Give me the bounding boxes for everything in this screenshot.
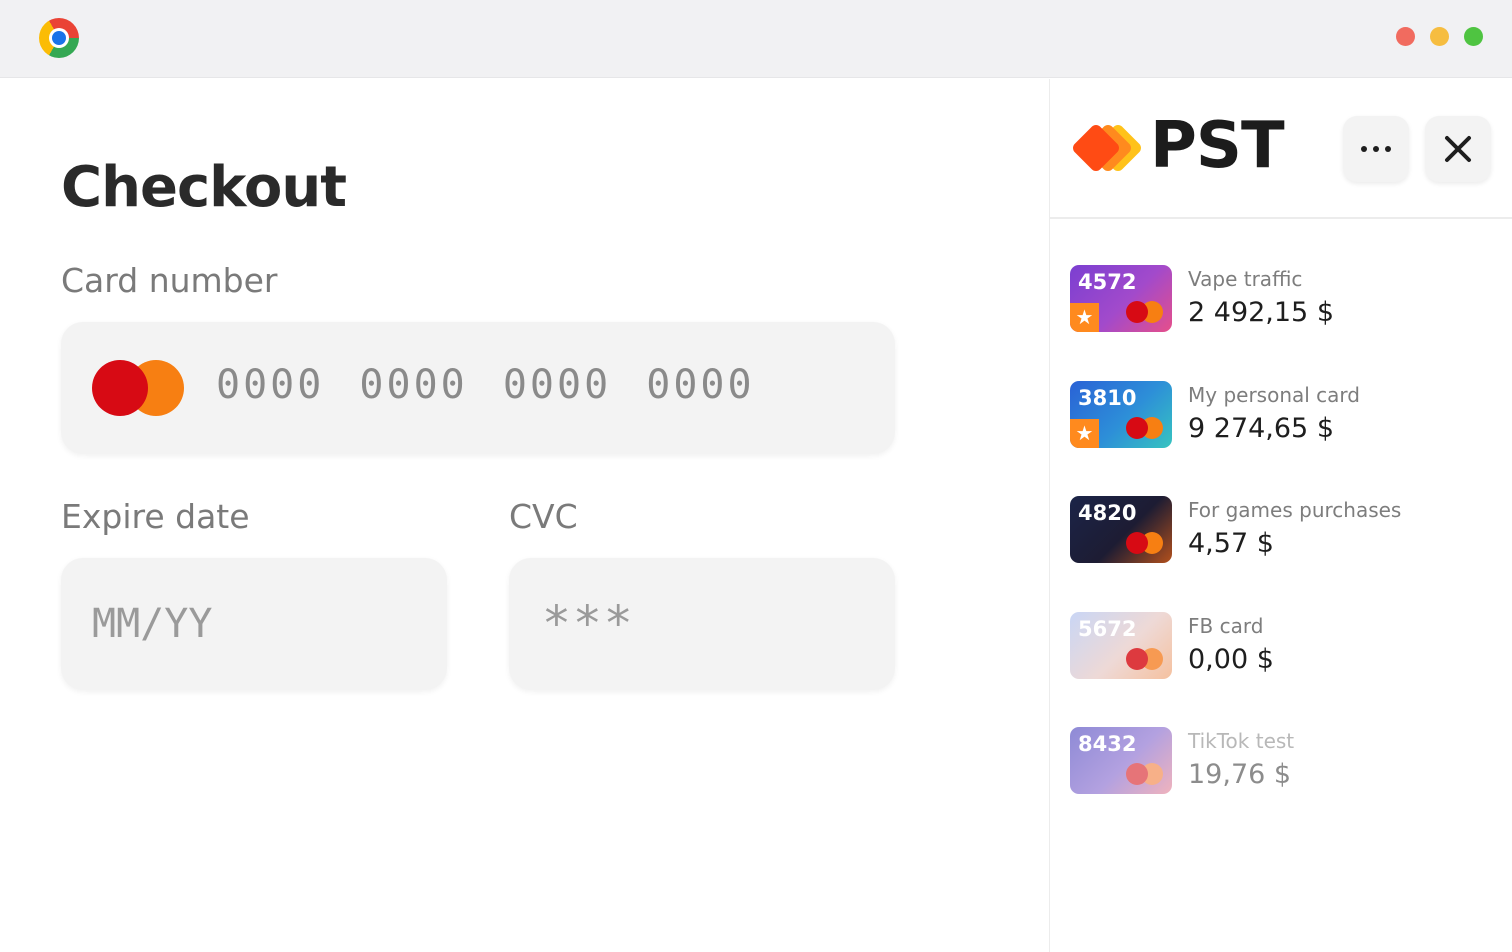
card-name: Vape traffic <box>1188 267 1303 291</box>
card-last-digits: 3810 <box>1078 386 1137 410</box>
card-name: For games purchases <box>1188 498 1402 522</box>
card-last-digits: 4820 <box>1078 501 1137 525</box>
window-close-dot[interactable] <box>1396 27 1415 46</box>
card-balance: 4,57 $ <box>1188 528 1274 559</box>
close-button[interactable] <box>1425 116 1491 182</box>
window-minimize-dot[interactable] <box>1430 27 1449 46</box>
card-item-for-games-purchases[interactable]: 4820 For games purchases 4,57 $ <box>1070 496 1490 566</box>
mastercard-icon <box>1126 532 1164 554</box>
card-item-fb-card[interactable]: 5672 FB card 0,00 $ <box>1070 612 1490 682</box>
card-balance: 9 274,65 $ <box>1188 413 1334 444</box>
mastercard-icon <box>1126 763 1164 785</box>
card-name: My personal card <box>1188 383 1360 407</box>
card-last-digits: 4572 <box>1078 270 1137 294</box>
cvc-label: CVC <box>509 497 578 536</box>
more-button[interactable] <box>1343 116 1409 182</box>
star-icon: ★ <box>1070 303 1099 332</box>
card-thumbnail: 4572 ★ <box>1070 265 1172 332</box>
cvc-field[interactable]: *** <box>509 558 895 690</box>
card-item-vape-traffic[interactable]: 4572 ★ Vape traffic 2 492,15 $ <box>1070 265 1490 335</box>
card-balance: 0,00 $ <box>1188 644 1274 675</box>
mastercard-icon <box>1126 301 1164 323</box>
browser-titlebar <box>0 0 1512 78</box>
checkout-page: Checkout Card number 0000 0000 0000 0000… <box>0 79 1048 952</box>
card-last-digits: 5672 <box>1078 617 1137 641</box>
card-thumbnail: 5672 <box>1070 612 1172 679</box>
panel-header: PST <box>1050 79 1512 219</box>
card-name: TikTok test <box>1188 729 1295 753</box>
card-number-field[interactable]: 0000 0000 0000 0000 <box>61 322 895 454</box>
card-panel: PST 4572 ★ Vape traffic 2 492,15 $ 3810 … <box>1049 79 1512 952</box>
card-thumbnail: 8432 <box>1070 727 1172 794</box>
card-number-placeholder: 0000 0000 0000 0000 <box>216 362 755 408</box>
card-number-label: Card number <box>61 261 278 300</box>
expire-date-label: Expire date <box>61 497 250 536</box>
card-balance: 19,76 $ <box>1188 759 1292 790</box>
cvc-placeholder: *** <box>542 596 635 652</box>
mastercard-icon <box>92 360 184 416</box>
brand-name: PST <box>1150 109 1285 183</box>
more-horizontal-icon <box>1361 146 1391 152</box>
mastercard-icon <box>1126 648 1164 670</box>
expire-date-placeholder: MM/YY <box>92 601 213 647</box>
page-title: Checkout <box>61 155 347 220</box>
chrome-icon <box>39 18 79 58</box>
card-last-digits: 8432 <box>1078 732 1137 756</box>
card-name: FB card <box>1188 614 1264 638</box>
pst-logo-icon <box>1070 122 1150 174</box>
close-icon <box>1445 136 1471 162</box>
card-thumbnail: 3810 ★ <box>1070 381 1172 448</box>
expire-date-field[interactable]: MM/YY <box>61 558 447 690</box>
window-maximize-dot[interactable] <box>1464 27 1483 46</box>
card-item-my-personal-card[interactable]: 3810 ★ My personal card 9 274,65 $ <box>1070 381 1490 451</box>
card-balance: 2 492,15 $ <box>1188 297 1334 328</box>
card-thumbnail: 4820 <box>1070 496 1172 563</box>
star-icon: ★ <box>1070 419 1099 448</box>
card-item-tiktok-test[interactable]: 8432 TikTok test 19,76 $ <box>1070 727 1490 797</box>
mastercard-icon <box>1126 417 1164 439</box>
